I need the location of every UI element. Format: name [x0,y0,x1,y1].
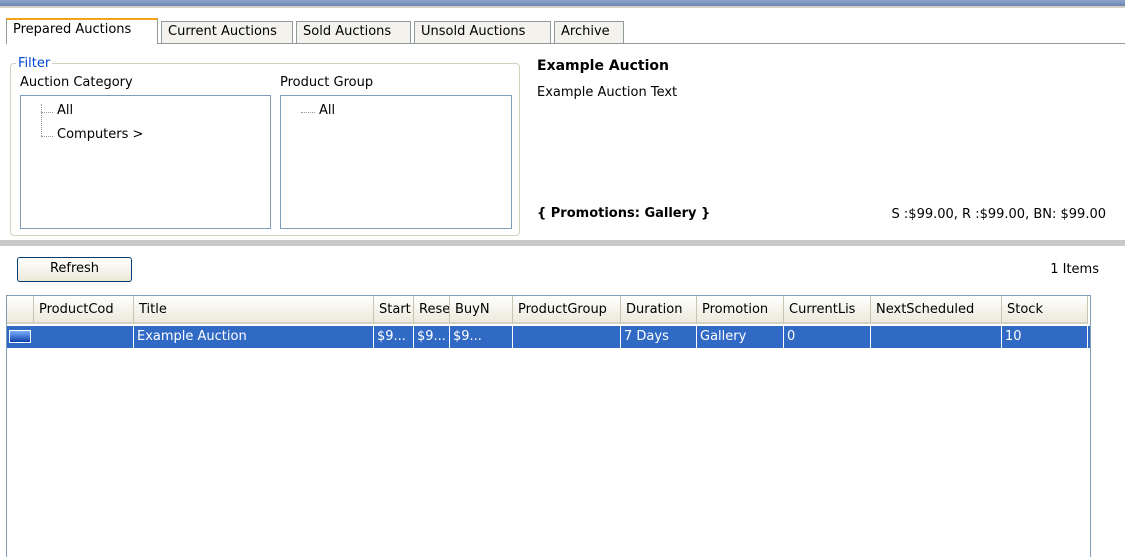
column-header-productcode[interactable]: ProductCod [34,296,134,324]
group-item-all[interactable]: All [319,103,335,118]
column-header-reserve[interactable]: Rese [414,296,450,324]
category-item-all[interactable]: All [57,103,73,118]
cell-reserve[interactable]: $9... [414,326,450,348]
tab-unsold-auctions[interactable]: Unsold Auctions [414,21,551,43]
window-top-line [0,6,1125,8]
cell-start[interactable]: $9... [374,326,414,348]
splitter[interactable] [0,240,1125,246]
auction-category-label: Auction Category [20,75,133,90]
product-group-tree[interactable]: All [280,95,512,229]
cell-duration[interactable]: 7 Days [621,326,697,348]
cell-productgroup[interactable] [513,326,621,348]
auction-row-icon [9,330,31,343]
column-header-promotion[interactable]: Promotion [697,296,784,324]
cell-currentlisting[interactable]: 0 [784,326,871,348]
cell-productcode[interactable] [34,326,134,348]
auction-title: Example Auction [537,58,669,74]
auction-category-tree[interactable]: All Computers > [20,95,271,229]
price-summary: S :$99.00, R :$99.00, BN: $99.00 [891,207,1106,222]
tab-prepared-auctions[interactable]: Prepared Auctions [6,18,158,44]
table-row[interactable]: Example Auction $9... $9... $9... 7 Days… [7,326,1090,348]
column-header-icon[interactable] [7,296,34,324]
column-header-duration[interactable]: Duration [621,296,697,324]
category-item-computers[interactable]: Computers > [57,127,143,142]
column-header-currentlisting[interactable]: CurrentLis [784,296,871,324]
cell-promotion[interactable]: Gallery [697,326,784,348]
tab-strip: Prepared Auctions Current Auctions Sold … [6,18,1125,44]
column-header-stock[interactable]: Stock [1002,296,1088,324]
cell-buynow[interactable]: $9... [450,326,513,348]
cell-stock[interactable]: 10 [1002,326,1088,348]
column-header-title[interactable]: Title [134,296,374,324]
refresh-button[interactable]: Refresh [17,257,132,282]
items-count: 1 Items [1050,262,1099,277]
cell-nextscheduled[interactable] [871,326,1002,348]
tab-sold-auctions[interactable]: Sold Auctions [296,21,411,43]
auction-text: Example Auction Text [537,85,678,100]
auction-list[interactable]: ProductCod Title Start Rese BuyN Product… [6,295,1091,557]
column-header-nextscheduled[interactable]: NextScheduled [871,296,1002,324]
cell-title[interactable]: Example Auction [134,326,374,348]
product-group-label: Product Group [280,75,374,90]
tab-archive[interactable]: Archive [554,21,624,43]
filter-legend: Filter [16,56,53,71]
column-header-start[interactable]: Start [374,296,414,324]
column-header-productgroup[interactable]: ProductGroup [513,296,621,324]
column-header-buynow[interactable]: BuyN [450,296,513,324]
promotions-label: { Promotions: Gallery } [537,206,711,221]
tab-current-auctions[interactable]: Current Auctions [161,21,293,43]
